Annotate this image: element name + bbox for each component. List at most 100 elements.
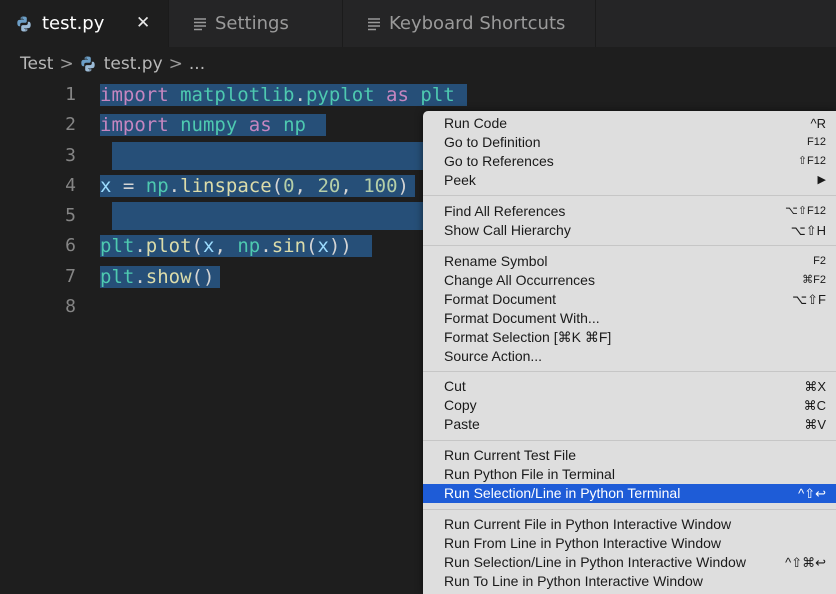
- code-editor[interactable]: import matplotlib.pyplot as plt import n…: [100, 80, 467, 322]
- menu-item-rename-symbol[interactable]: Rename Symbol F2: [423, 252, 836, 271]
- tab-label: Keyboard Shortcuts: [389, 13, 566, 34]
- shortcut: ⌥⇧H: [790, 223, 826, 238]
- menu-item-label: Run Code: [444, 115, 508, 131]
- menu-separator: [423, 371, 836, 372]
- paren: (): [191, 265, 215, 288]
- menu-item-paste[interactable]: Paste ⌘V: [423, 415, 836, 434]
- line-number: 7: [65, 265, 76, 287]
- shortcut: ⌥⇧F: [792, 292, 826, 307]
- dot: .: [134, 235, 146, 258]
- number: 0: [283, 174, 295, 197]
- menu-item-label: Go to Definition: [444, 134, 541, 150]
- menu-item-label: Run To Line in Python Interactive Window: [444, 573, 703, 589]
- menu-item-go-to-definition[interactable]: Go to Definition F12: [423, 133, 836, 152]
- menu-item-run-selection-interactive[interactable]: Run Selection/Line in Python Interactive…: [423, 553, 836, 572]
- menu-item-label: Run Selection/Line in Python Terminal: [444, 485, 681, 501]
- menu-item-format-document[interactable]: Format Document ⌥⇧F: [423, 290, 836, 309]
- tab-settings[interactable]: Settings: [169, 0, 342, 47]
- menu-separator: [423, 245, 836, 246]
- menu-item-find-all-references[interactable]: Find All References ⌥⇧F12: [423, 202, 836, 221]
- line-number: 1: [65, 84, 76, 105]
- paren: )): [328, 235, 352, 258]
- function-name: sin: [271, 235, 307, 258]
- tab-keyboard-shortcuts[interactable]: Keyboard Shortcuts: [343, 0, 595, 47]
- close-icon[interactable]: ✕: [136, 13, 150, 33]
- menu-item-label: Cut: [444, 378, 466, 394]
- python-icon: [16, 16, 32, 32]
- settings-file-icon: [193, 17, 207, 31]
- code-line-7: plt.show(): [100, 262, 467, 292]
- menu-item-run-current-test-file[interactable]: Run Current Test File: [423, 446, 836, 465]
- menu-item-label: Source Action...: [444, 348, 543, 364]
- menu-item-label: Rename Symbol: [444, 253, 548, 269]
- shortcut: F12: [807, 136, 826, 148]
- menu-item-label: Format Document With...: [444, 310, 600, 326]
- paren: (: [306, 235, 318, 258]
- menu-item-label: Show Call Hierarchy: [444, 222, 571, 238]
- shortcut: ⌘F2: [802, 274, 826, 286]
- menu-item-copy[interactable]: Copy ⌘C: [423, 396, 836, 415]
- module-name: np: [237, 235, 261, 258]
- breadcrumb-file[interactable]: test.py: [104, 54, 163, 74]
- shortcut: ⌘V: [804, 417, 826, 432]
- paren: ): [397, 174, 409, 197]
- variable: x: [203, 235, 215, 258]
- dot: .: [134, 265, 146, 288]
- module-name: pyplot: [305, 84, 375, 106]
- menu-item-label: Change All Occurrences: [444, 272, 595, 288]
- comma: ,: [294, 174, 318, 197]
- line-number: 5: [65, 205, 76, 227]
- module-name: matplotlib: [180, 84, 295, 106]
- chevron-right-icon: >: [168, 54, 183, 74]
- line-number: 6: [65, 235, 76, 257]
- menu-item-run-selection-in-terminal[interactable]: Run Selection/Line in Python Terminal ^⇧↩: [423, 484, 836, 503]
- menu-item-run-file-interactive[interactable]: Run Current File in Python Interactive W…: [423, 515, 836, 534]
- menu-item-format-selection[interactable]: Format Selection [⌘K ⌘F]: [423, 328, 836, 347]
- menu-item-change-all-occurrences[interactable]: Change All Occurrences ⌘F2: [423, 271, 836, 290]
- menu-item-go-to-references[interactable]: Go to References ⇧F12: [423, 152, 836, 171]
- code-line-6: plt.plot(x, np.sin(x)): [100, 231, 467, 261]
- menu-item-cut[interactable]: Cut ⌘X: [423, 377, 836, 396]
- keyword: import: [100, 114, 169, 137]
- function-name: show: [145, 265, 192, 288]
- code-line-5: [100, 201, 467, 231]
- line-number: 4: [65, 174, 76, 196]
- breadcrumb-folder[interactable]: Test: [20, 54, 53, 74]
- keyboard-shortcuts-file-icon: [367, 17, 381, 31]
- menu-item-label: Format Document: [444, 291, 557, 307]
- submenu-arrow-icon: ▶: [817, 174, 826, 186]
- code-line-2: import numpy as np: [100, 110, 467, 140]
- menu-item-label: Find All References: [444, 203, 566, 219]
- menu-separator: [423, 195, 836, 196]
- menu-item-label: Run Current File in Python Interactive W…: [444, 516, 732, 532]
- breadcrumb-more[interactable]: ...: [189, 54, 205, 74]
- menu-item-run-code[interactable]: Run Code ^R: [423, 114, 836, 133]
- code-line-1: import matplotlib.pyplot as plt: [100, 80, 467, 110]
- tab-label: Settings: [215, 13, 289, 34]
- menu-item-label: Format Selection [⌘K ⌘F]: [444, 329, 612, 345]
- keyword: as: [386, 84, 409, 106]
- dot: .: [294, 84, 306, 106]
- menu-item-label: Copy: [444, 397, 477, 413]
- menu-item-format-document-with[interactable]: Format Document With...: [423, 309, 836, 328]
- tab-divider: [595, 0, 596, 47]
- menu-item-show-call-hierarchy[interactable]: Show Call Hierarchy ⌥⇧H: [423, 221, 836, 240]
- code-line-3: [100, 141, 467, 171]
- menu-item-run-python-file-in-terminal[interactable]: Run Python File in Terminal: [423, 465, 836, 484]
- comma: ,: [214, 235, 238, 258]
- breadcrumb: Test > test.py > ...: [20, 52, 205, 76]
- menu-item-label: Run Python File in Terminal: [444, 466, 615, 482]
- shortcut: ⌘X: [804, 379, 826, 394]
- shortcut: ⌘C: [803, 398, 826, 413]
- dot: .: [260, 235, 272, 258]
- python-icon: [80, 56, 96, 72]
- tab-test-py[interactable]: test.py ✕: [0, 0, 168, 47]
- function-name: linspace: [180, 174, 272, 197]
- menu-item-source-action[interactable]: Source Action...: [423, 347, 836, 366]
- menu-item-peek[interactable]: Peek ▶: [423, 171, 836, 190]
- menu-item-label: Go to References: [444, 153, 554, 169]
- menu-item-run-to-line-interactive[interactable]: Run To Line in Python Interactive Window: [423, 572, 836, 591]
- context-menu: Run Code ^R Go to Definition F12 Go to Ref…: [423, 111, 836, 594]
- menu-item-run-from-line-interactive[interactable]: Run From Line in Python Interactive Wind…: [423, 534, 836, 553]
